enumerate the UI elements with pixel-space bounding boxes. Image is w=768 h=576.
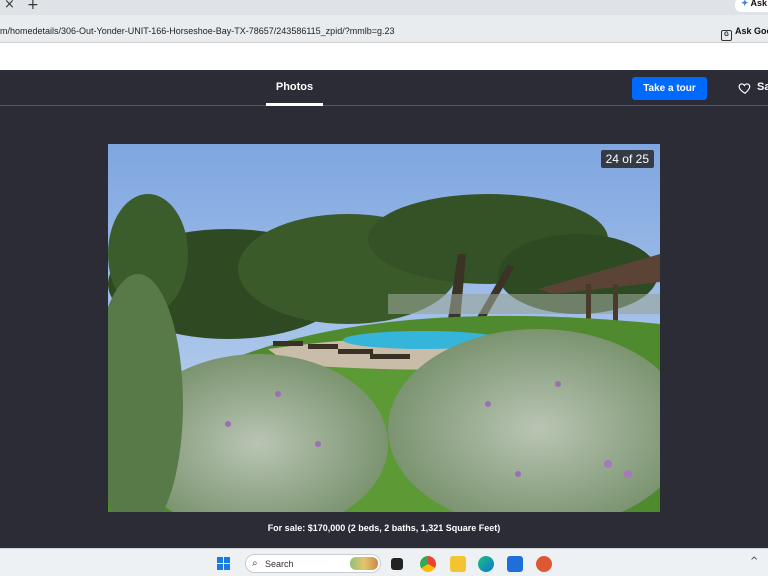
save-label[interactable]: Sa <box>757 81 768 93</box>
search-placeholder: Search <box>265 559 294 569</box>
page-top-strip <box>0 43 768 70</box>
gallery-header: Photos Take a tour Sa <box>0 70 768 106</box>
store-icon[interactable] <box>507 556 523 572</box>
windows-start-icon[interactable] <box>217 557 231 571</box>
photo-counter: 24 of 25 <box>600 150 654 168</box>
edge-icon[interactable] <box>478 556 494 572</box>
listing-photo[interactable]: 24 of 25 <box>108 144 660 512</box>
browser-tab-strip: × + ✦ Ask <box>0 0 768 15</box>
listing-caption: For sale: $170,000 (2 beds, 2 baths, 1,3… <box>267 523 501 533</box>
new-tab-icon[interactable]: + <box>27 0 39 13</box>
file-explorer-icon[interactable] <box>391 558 403 570</box>
folder-icon[interactable] <box>450 556 466 572</box>
tab-photos[interactable]: Photos <box>266 81 323 93</box>
ask-tab[interactable]: ✦ Ask <box>735 0 768 12</box>
tab-active-indicator <box>266 103 323 106</box>
chrome-icon[interactable] <box>420 556 436 572</box>
tab-close-icon[interactable]: × <box>4 0 15 12</box>
sparkle-icon: ✦ <box>741 0 749 8</box>
taskbar-search[interactable]: ⌕ Search <box>245 554 381 573</box>
ask-tab-label: Ask <box>750 0 768 8</box>
search-highlight-icon <box>350 557 378 570</box>
url-field[interactable]: m/homedetails/306-Out-Yonder-UNIT-166-Ho… <box>0 26 394 36</box>
address-bar: m/homedetails/306-Out-Yonder-UNIT-166-Ho… <box>0 15 768 43</box>
heart-icon[interactable] <box>738 81 752 95</box>
taskbar: ⌕ Search ^ <box>0 548 768 576</box>
duckduckgo-icon[interactable] <box>536 556 552 572</box>
take-a-tour-button[interactable]: Take a tour <box>632 77 707 100</box>
search-icon: ⌕ <box>252 558 258 569</box>
pool-landscape-photo <box>108 144 660 512</box>
chevron-up-icon[interactable]: ^ <box>750 556 758 567</box>
lens-icon: G <box>721 30 732 41</box>
ask-google-label: Ask Goo <box>735 26 768 36</box>
ask-google-button[interactable]: GAsk Goo <box>721 26 768 41</box>
